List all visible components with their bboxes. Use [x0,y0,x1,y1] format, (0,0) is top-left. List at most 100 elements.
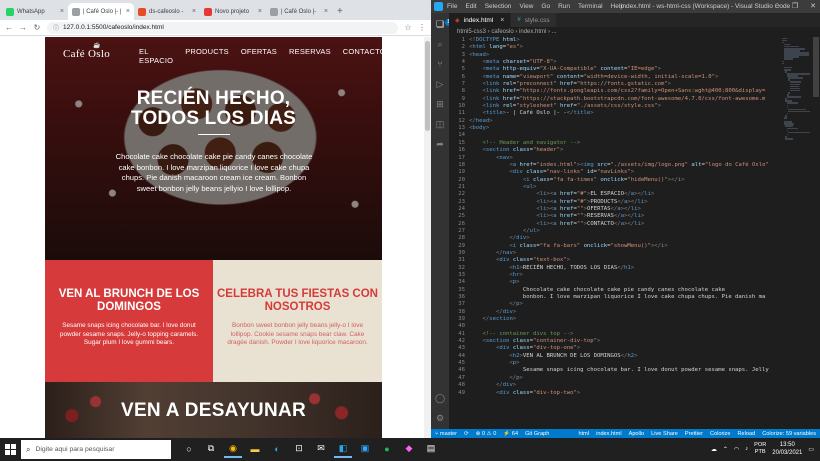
code-line[interactable]: 44 <h2>VEN AL BRUNCH DE LOS DOMINGOS</h2… [449,353,804,360]
editor-tab-index-html[interactable]: ◈ index.html × [449,13,512,27]
minimize-icon[interactable]: – [776,2,780,10]
terminal-icon[interactable]: ▤ [422,441,440,458]
code-line[interactable]: 33 <hr> [449,272,804,279]
git-graph-button[interactable]: Git Graph [525,431,549,437]
code-line[interactable]: 22 <li><a href="#">EL ESPACIO</a></li> [449,191,804,198]
nav-link-reservas[interactable]: RESERVAS [289,47,331,65]
menu-terminal[interactable]: Terminal [578,3,603,10]
windows-start-icon[interactable] [5,444,16,455]
nav-link-el-espacio[interactable]: EL ESPACIO [139,47,173,65]
back-icon[interactable]: ← [5,23,13,32]
editor-scrollbar[interactable] [812,37,820,429]
code-line[interactable]: 43 <div class="div-top-one"> [449,345,804,352]
run-debug-icon[interactable]: ▷ [435,79,445,89]
port-indicator[interactable]: ⚡ 64 [503,431,518,437]
browser-tab-ds-cafeoslo[interactable]: ds-cafeoslo - × [134,3,200,20]
code-line[interactable]: 46 Sesame snaps icing chocolate bar. I l… [449,367,804,374]
code-line[interactable]: 19 <div class="nav-links" id="navLinks"> [449,169,804,176]
status-reload[interactable]: Reload [737,431,755,437]
spotify-icon[interactable]: ● [378,441,396,458]
site-logo[interactable]: Café Oslo ☕ [63,43,110,60]
code-line[interactable]: 29 <i class="fa fa-bars" onclick="showMe… [449,243,804,250]
browser-tab-whatsapp[interactable]: WhatsApp × [2,3,68,20]
code-line[interactable]: 23 <li><a href="#">PRODUCTS</a></li> [449,199,804,206]
nav-link-contacto[interactable]: CONTACTO [343,47,382,65]
code-line[interactable]: 28 </div> [449,235,804,242]
chevron-up-icon[interactable]: ⌃ [723,446,728,453]
code-line[interactable]: 4 <meta charset="UTF-8"> [449,59,804,66]
code-line[interactable]: 31 <div class="text-box"> [449,257,804,264]
code-line[interactable]: 15 <!-- Header and navigator --> [449,140,804,147]
file-explorer-icon[interactable]: ▬ [246,441,264,458]
task-view-icon[interactable]: ⧉ [202,441,220,458]
code-line[interactable]: 42 <section class="container-div-top"> [449,338,804,345]
scrollbar-thumb[interactable] [813,37,819,97]
code-line[interactable]: 35 Chocolate cake chocolate cake pie can… [449,287,804,294]
status-prettier[interactable]: Prettier [685,431,703,437]
code-line[interactable]: 7 <link rel="preconnect" href="https://f… [449,81,804,88]
account-icon[interactable]: ◯ [435,393,445,403]
code-line[interactable]: 45 <p> [449,360,804,367]
status-live-share[interactable]: Live Share [651,431,678,437]
code-line[interactable]: 40 [449,323,804,330]
code-line[interactable]: 38 </div> [449,309,804,316]
code-line[interactable]: 9 <link href="https://stackpath.bootstra… [449,96,804,103]
notifications-icon[interactable]: ▭ [808,446,814,453]
sync-icon[interactable]: ⟳ [464,431,469,437]
close-icon[interactable]: × [126,8,130,15]
remote-icon[interactable]: ◫ [435,119,445,129]
menu-run[interactable]: Run [558,3,570,10]
network-icon[interactable]: ◠ [734,446,739,453]
mail-icon[interactable]: ✉ [312,441,330,458]
code-line[interactable]: 30 </nav> [449,250,804,257]
code-line[interactable]: 21 <ul> [449,184,804,191]
breadcrumb[interactable]: html5-css3 › cafeoslo › index.html › ... [449,27,820,37]
code-line[interactable]: 16 <section class="header"> [449,147,804,154]
code-line[interactable]: 34 <p> [449,279,804,286]
menu-file[interactable]: File [447,3,457,10]
settings-gear-icon[interactable]: ⚙ [435,413,445,423]
scrollbar-thumb[interactable] [425,41,430,131]
photoshop-icon[interactable]: ▣ [356,441,374,458]
code-line[interactable]: 2 <html lang="es"> [449,44,804,51]
code-line[interactable]: 1 <!DOCTYPE html> [449,37,804,44]
branch-indicator[interactable]: ⑂ master [435,431,457,437]
status-colorize[interactable]: Colorize [710,431,731,437]
status-colorize-vars[interactable]: Colorize: 59 variables [762,431,816,437]
code-line[interactable]: 26 <li><a href="">CONTACTO</a></li> [449,221,804,228]
source-control-icon[interactable]: ⑂ [435,59,445,69]
code-line[interactable]: 36 bonbon. I love marzipan liquorice I l… [449,294,804,301]
code-line[interactable]: 14 [449,132,804,139]
code-line[interactable]: 49 <div class="div-top-two"> [449,390,804,397]
status-file[interactable]: index.html [596,431,622,437]
code-line[interactable]: 39 </section> [449,316,804,323]
browser-tab-cafe-oslo[interactable]: | Café Oslo |- | × [68,3,134,20]
menu-selection[interactable]: Selection [485,3,512,10]
code-line[interactable]: 12 </head> [449,118,804,125]
code-editor[interactable]: 1 <!DOCTYPE html> 2 <html lang="es"> 3 <head>… [449,37,804,429]
edge-icon[interactable]: ◐ [268,441,286,458]
close-icon[interactable]: ✕ [810,2,816,10]
clock[interactable]: 13:50 20/03/2021 [772,441,802,457]
status-apollo[interactable]: Apollo [629,431,645,437]
code-line[interactable]: 48 </div> [449,382,804,389]
browser-tab-novo-projeto[interactable]: Novo projeto × [200,3,266,20]
extensions-icon[interactable]: ⊞ [435,99,445,109]
maximize-icon[interactable]: ❐ [792,2,798,10]
code-line[interactable]: 17 <nav> [449,155,804,162]
editor-tab-style-css[interactable]: # style.css [511,13,557,27]
code-line[interactable]: 18 <a href="index.html"><img src="./asse… [449,162,804,169]
code-line[interactable]: 32 <h1>RECIÉN HECHO, TODOS LOS DIAS</h1> [449,265,804,272]
status-html[interactable]: html [579,431,590,437]
close-icon[interactable]: × [60,8,64,15]
search-icon[interactable]: ⌕ [435,39,445,49]
page-scrollbar[interactable] [424,37,431,438]
code-line[interactable]: 20 <i class="fa fa-times" onclick="hideM… [449,177,804,184]
code-line[interactable]: 37 </p> [449,301,804,308]
code-line[interactable]: 5 <meta http-equiv="X-UA-Compatible" con… [449,66,804,73]
code-line[interactable]: 3 <head> [449,52,804,59]
code-line[interactable]: 6 <meta name="viewport" content="width=d… [449,74,804,81]
language-indicator[interactable]: POR PTB [754,442,766,456]
code-line[interactable]: 41 <!-- container divs top --> [449,331,804,338]
explorer-icon[interactable]: ❏1 [435,19,452,29]
